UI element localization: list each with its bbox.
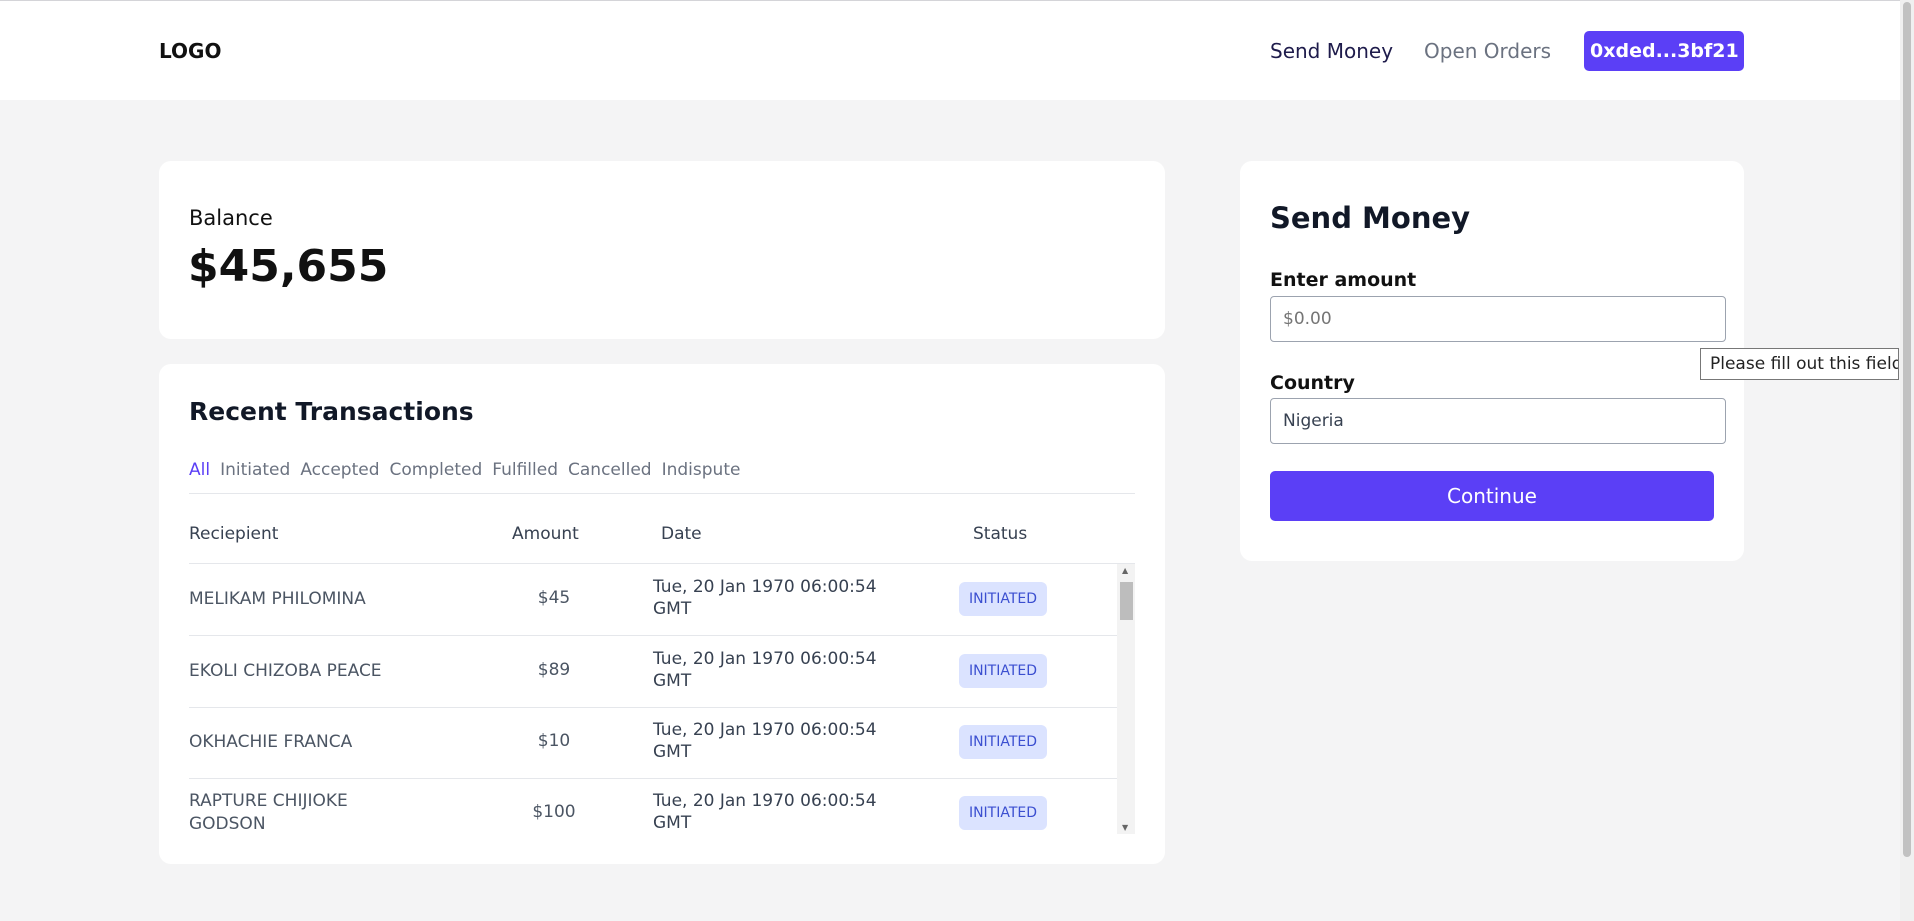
filter-tab-cancelled[interactable]: Cancelled xyxy=(568,460,652,480)
table-scrollbar[interactable]: ▲ ▼ xyxy=(1117,564,1135,834)
status-badge: INITIATED xyxy=(959,796,1047,830)
table-scrollbar-thumb[interactable] xyxy=(1120,582,1133,620)
status-badge: INITIATED xyxy=(959,582,1047,616)
send-money-card: Send Money Enter amount Country Continue xyxy=(1240,161,1744,561)
cell-recipient: RAPTURE CHIJIOKE GODSON xyxy=(189,791,348,834)
table-row: RAPTURE CHIJIOKE GODSON $100 Tue, 20 Jan… xyxy=(189,778,1117,834)
navbar: LOGO Send Money Open Orders 0xded...3bf2… xyxy=(0,1,1900,100)
transactions-table-body[interactable]: MELIKAM PHILOMINA $45 Tue, 20 Jan 1970 0… xyxy=(189,564,1135,834)
filter-tab-all[interactable]: All xyxy=(189,460,210,480)
continue-button[interactable]: Continue xyxy=(1270,471,1714,521)
balance-value: $45,655 xyxy=(188,241,389,292)
column-header-amount: Amount xyxy=(512,524,579,544)
table-row: MELIKAM PHILOMINA $45 Tue, 20 Jan 1970 0… xyxy=(189,564,1117,636)
filter-tab-initiated[interactable]: Initiated xyxy=(220,460,290,480)
filter-tab-fulfilled[interactable]: Fulfilled xyxy=(492,460,558,480)
filter-tab-accepted[interactable]: Accepted xyxy=(300,460,379,480)
wallet-address-button[interactable]: 0xded...3bf21 xyxy=(1584,31,1744,71)
column-header-recipient: Reciepient xyxy=(189,524,279,544)
page-scrollbar[interactable] xyxy=(1900,0,1914,921)
filters-divider xyxy=(189,493,1135,494)
cell-amount: $89 xyxy=(537,660,571,680)
column-header-status: Status xyxy=(973,524,1028,544)
send-money-title: Send Money xyxy=(1270,201,1471,235)
transaction-filter-tabs: All Initiated Accepted Completed Fulfill… xyxy=(189,460,740,480)
cell-date: Tue, 20 Jan 1970 06:00:54 GMT xyxy=(653,791,877,833)
cell-amount: $10 xyxy=(537,731,571,751)
status-badge: INITIATED xyxy=(959,725,1047,759)
validation-tooltip: Please fill out this field. xyxy=(1700,348,1899,380)
recent-transactions-card: Recent Transactions All Initiated Accept… xyxy=(159,364,1165,864)
cell-amount: $100 xyxy=(532,802,576,822)
country-input[interactable] xyxy=(1270,398,1726,444)
page-scrollbar-thumb[interactable] xyxy=(1903,2,1911,857)
table-row: EKOLI CHIZOBA PEACE $89 Tue, 20 Jan 1970… xyxy=(189,636,1117,708)
country-label: Country xyxy=(1270,372,1355,394)
amount-input[interactable] xyxy=(1270,296,1726,342)
balance-label: Balance xyxy=(189,206,273,230)
logo: LOGO xyxy=(159,39,222,63)
status-badge: INITIATED xyxy=(959,654,1047,688)
filter-tab-completed[interactable]: Completed xyxy=(390,460,483,480)
column-header-date: Date xyxy=(661,524,702,544)
table-row: OKHACHIE FRANCA $10 Tue, 20 Jan 1970 06:… xyxy=(189,707,1117,779)
nav-open-orders[interactable]: Open Orders xyxy=(1424,39,1551,63)
balance-card: Balance $45,655 xyxy=(159,161,1165,339)
cell-recipient: EKOLI CHIZOBA PEACE xyxy=(189,661,382,681)
cell-date: Tue, 20 Jan 1970 06:00:54 GMT xyxy=(653,720,877,762)
filter-tab-indispute[interactable]: Indispute xyxy=(662,460,741,480)
cell-date: Tue, 20 Jan 1970 06:00:54 GMT xyxy=(653,577,877,619)
amount-label: Enter amount xyxy=(1270,269,1417,291)
scroll-down-arrow-icon[interactable]: ▼ xyxy=(1122,823,1128,832)
cell-amount: $45 xyxy=(537,588,571,608)
cell-recipient: MELIKAM PHILOMINA xyxy=(189,589,366,609)
cell-recipient: OKHACHIE FRANCA xyxy=(189,732,353,752)
scroll-up-arrow-icon[interactable]: ▲ xyxy=(1122,566,1128,575)
recent-transactions-title: Recent Transactions xyxy=(189,397,474,426)
cell-date: Tue, 20 Jan 1970 06:00:54 GMT xyxy=(653,649,877,691)
nav-send-money[interactable]: Send Money xyxy=(1270,39,1393,63)
